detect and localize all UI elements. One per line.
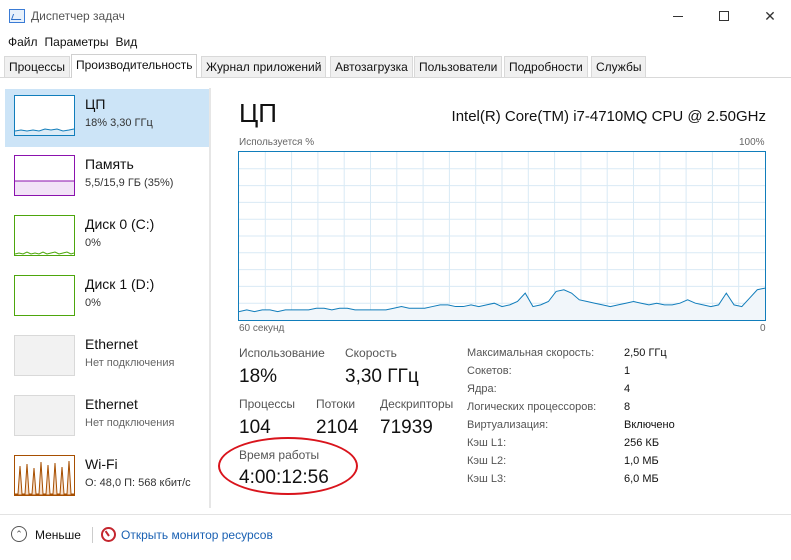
cpu-usage-graph [238, 151, 766, 321]
info-label-cores: Ядра: [467, 383, 497, 395]
sidebar-item-subtitle: 0% [85, 297, 101, 309]
tab-app-history[interactable]: Журнал приложений [201, 56, 327, 77]
sidebar-item-title: Ethernet [85, 336, 138, 352]
cpu-thumbnail [14, 95, 75, 136]
speed-label: Скорость [345, 346, 397, 360]
info-value-cache-l3: 6,0 МБ [624, 473, 659, 485]
processes-label: Процессы [239, 397, 296, 411]
close-icon: ✕ [764, 7, 776, 24]
sidebar-item-subtitle: О: 48,0 П: 568 кбит/с [85, 477, 191, 489]
info-label-virtualization: Виртуализация: [467, 419, 549, 431]
menu-file[interactable]: Файл [0, 32, 38, 52]
handles-label: Дескрипторы [380, 397, 454, 411]
task-manager-icon [9, 9, 25, 23]
speed-value: 3,30 ГГц [345, 366, 419, 387]
sidebar-item-subtitle: 5,5/15,9 ГБ (35%) [85, 177, 174, 189]
tab-services[interactable]: Службы [591, 56, 647, 77]
sidebar-item-ethernet-2[interactable]: Ethernet Нет подключения [5, 389, 209, 447]
graph-bottom-left-label: 60 секунд [239, 323, 285, 334]
graph-top-right-label: 100% [739, 137, 765, 148]
tab-startup[interactable]: Автозагрузка [330, 56, 413, 77]
cpu-thumbnail-graph [15, 128, 74, 135]
info-label-max-speed: Максимальная скорость: [467, 347, 595, 359]
tab-performance[interactable]: Производительность [71, 54, 198, 78]
close-button[interactable]: ✕ [747, 0, 791, 32]
disk-0-thumbnail-graph [15, 251, 74, 255]
memory-thumbnail-graph [15, 180, 74, 195]
info-value-logical-processors: 8 [624, 401, 631, 413]
info-label-logical-processors: Логических процессоров: [467, 401, 597, 413]
cpu-usage-graph-svg [239, 152, 765, 320]
fewer-details-button[interactable]: Меньше [35, 528, 81, 542]
tab-processes[interactable]: Процессы [4, 56, 71, 77]
tab-strip: Процессы Производительность Журнал прило… [0, 54, 791, 78]
menu-bar: Файл Параметры Вид [0, 32, 137, 52]
info-label-sockets: Сокетов: [467, 365, 512, 377]
menu-view[interactable]: Вид [107, 32, 137, 52]
sidebar-item-subtitle: 18% 3,30 ГГц [85, 117, 153, 129]
minimize-icon [673, 15, 683, 17]
info-value-cache-l2: 1,0 МБ [624, 455, 659, 467]
info-label-cache-l1: Кэш L1: [467, 437, 507, 449]
footer-bar: ⌃ Меньше Открыть монитор ресурсов [0, 514, 791, 560]
sidebar-item-ethernet-1[interactable]: Ethernet Нет подключения [5, 329, 209, 387]
graph-bottom-right-label: 0 [760, 323, 766, 334]
info-value-cache-l1: 256 КБ [624, 437, 660, 449]
maximize-button[interactable] [701, 0, 747, 32]
minimize-button[interactable] [655, 0, 701, 32]
threads-label: Потоки [316, 397, 356, 411]
maximize-icon [719, 11, 729, 21]
sidebar-scrollbar[interactable] [209, 88, 211, 508]
uptime-highlight-ellipse [218, 437, 358, 495]
threads-value: 2104 [316, 417, 359, 438]
cpu-model-name: Intel(R) Core(TM) i7-4710MQ CPU @ 2.50GH… [451, 108, 766, 125]
title-bar: Диспетчер задач ✕ [0, 0, 791, 32]
usage-value: 18% [239, 366, 278, 387]
sidebar-item-title: ЦП [85, 96, 106, 112]
sidebar-item-subtitle: Нет подключения [85, 357, 175, 369]
window-title: Диспетчер задач [31, 9, 125, 23]
resource-monitor-icon [101, 527, 116, 542]
sidebar-item-title: Wi-Fi [85, 456, 118, 472]
info-value-max-speed: 2,50 ГГц [624, 347, 667, 359]
tab-users[interactable]: Пользователи [414, 56, 503, 77]
disk-0-thumbnail [14, 215, 75, 256]
menu-options[interactable]: Параметры [37, 32, 109, 52]
processes-value: 104 [239, 417, 271, 438]
sidebar-item-subtitle: Нет подключения [85, 417, 175, 429]
sidebar-item-subtitle: 0% [85, 237, 101, 249]
sidebar-item-title: Диск 0 (C:) [85, 216, 155, 232]
tab-details[interactable]: Подробности [504, 56, 588, 77]
info-value-cores: 4 [624, 383, 631, 395]
sidebar-item-disk-1[interactable]: Диск 1 (D:) 0% [5, 269, 209, 327]
memory-thumbnail [14, 155, 75, 196]
info-value-virtualization: Включено [624, 419, 675, 431]
ethernet-2-thumbnail [14, 395, 75, 436]
sidebar-item-title: Ethernet [85, 396, 138, 412]
page-title: ЦП [239, 98, 277, 128]
usage-label: Использование [239, 346, 325, 360]
sidebar-item-disk-0[interactable]: Диск 0 (C:) 0% [5, 209, 209, 267]
sidebar-item-memory[interactable]: Память 5,5/15,9 ГБ (35%) [5, 149, 209, 207]
sidebar-item-title: Диск 1 (D:) [85, 276, 155, 292]
handles-value: 71939 [380, 417, 433, 438]
sidebar-item-cpu[interactable]: ЦП 18% 3,30 ГГц [5, 89, 209, 147]
footer-divider [92, 527, 93, 543]
sidebar-item-wifi[interactable]: Wi-Fi О: 48,0 П: 568 кбит/с [5, 449, 209, 507]
disk-1-thumbnail [14, 275, 75, 316]
info-label-cache-l3: Кэш L3: [467, 473, 507, 485]
info-label-cache-l2: Кэш L2: [467, 455, 507, 467]
open-resource-monitor-link[interactable]: Открыть монитор ресурсов [121, 528, 273, 542]
graph-top-left-label: Используется % [239, 137, 315, 148]
chevron-up-icon[interactable]: ⌃ [11, 526, 27, 542]
wifi-thumbnail-graph [15, 460, 74, 495]
ethernet-1-thumbnail [14, 335, 75, 376]
sidebar-item-title: Память [85, 156, 134, 172]
wifi-thumbnail [14, 455, 75, 496]
info-value-sockets: 1 [624, 365, 631, 377]
